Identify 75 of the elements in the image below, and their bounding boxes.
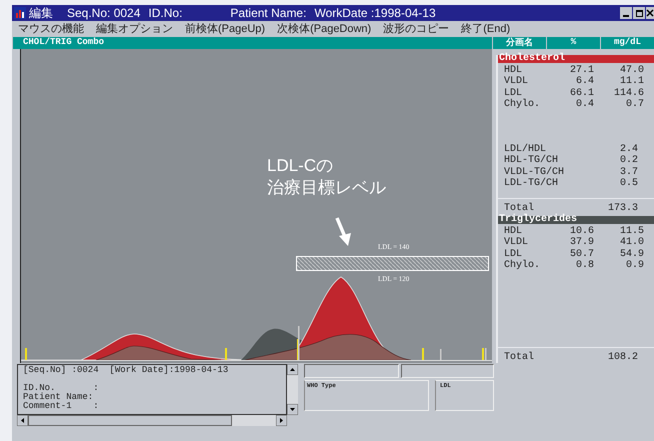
fraction-marker bbox=[422, 348, 424, 360]
percent-value: 0.4 bbox=[574, 100, 594, 110]
fraction-name: Chylo. bbox=[504, 261, 542, 272]
column-header: % bbox=[547, 37, 600, 49]
column-header: mg/dL bbox=[601, 37, 654, 49]
total-label: Total bbox=[504, 202, 536, 214]
title-field: ID.No: bbox=[148, 4, 182, 22]
mg-value: 0.5 bbox=[618, 179, 638, 190]
menu-item[interactable]: マウスの機能 bbox=[18, 20, 84, 38]
mg-value: 2.4 bbox=[618, 144, 638, 155]
percent-value: 27.1 bbox=[568, 66, 594, 76]
vertical-scrollbar[interactable] bbox=[287, 364, 298, 415]
fraction-name: HDL-TG/CH bbox=[504, 156, 560, 166]
fraction-name: VLDL bbox=[504, 77, 530, 88]
close-button[interactable] bbox=[646, 7, 654, 19]
mg-value: 0.7 bbox=[624, 100, 644, 110]
mg-value: 41.0 bbox=[618, 238, 644, 248]
percent-value: 37.9 bbox=[568, 238, 594, 248]
section-header: Cholesterol bbox=[498, 55, 654, 63]
fraction-marker bbox=[225, 348, 227, 360]
mg-value: 11.5 bbox=[618, 226, 644, 237]
info-text-box[interactable]: [Seq.No] :0024 [Work Date]:1998-04-13 ID.No. : Patient Name: Comment-1 : bbox=[17, 364, 287, 415]
mg-value: 54.9 bbox=[618, 250, 644, 260]
percent-value: 6.4 bbox=[574, 77, 594, 88]
menu-item[interactable]: 編集オプション bbox=[96, 20, 173, 38]
mg-value: 114.6 bbox=[612, 88, 644, 99]
scroll-down-icon[interactable] bbox=[287, 404, 298, 415]
title-field: Seq.No: 0024 bbox=[67, 4, 140, 22]
fraction-marker bbox=[25, 348, 27, 360]
window-title: 編集 bbox=[29, 5, 53, 22]
fraction-name: VLDL bbox=[504, 238, 530, 248]
menu-item[interactable]: 終了(End) bbox=[461, 20, 510, 38]
menu-item[interactable]: 前検体(PageUp) bbox=[185, 20, 266, 38]
mg-value: 0.9 bbox=[624, 261, 644, 272]
fraction-name: HDL bbox=[504, 226, 524, 237]
percent-value: 50.7 bbox=[568, 250, 594, 260]
scroll-up-icon[interactable] bbox=[287, 364, 298, 375]
annotation-text: LDL-Cの bbox=[267, 155, 334, 177]
title-field: WorkDate :1998-04-13 bbox=[314, 4, 436, 22]
menu-item[interactable]: 次検体(PageDown) bbox=[277, 20, 372, 38]
info-line: Comment-1 : bbox=[23, 402, 100, 411]
fraction-name: VLDL-TG/CH bbox=[504, 168, 564, 178]
total-value: 173.3 bbox=[608, 202, 638, 216]
title-field: Patient Name: bbox=[230, 4, 306, 22]
minimize-button[interactable] bbox=[620, 7, 632, 19]
info-line: Patient Name: bbox=[23, 393, 94, 402]
fraction-marker bbox=[440, 349, 442, 360]
annotation-text: 治療目標レベル bbox=[267, 177, 386, 199]
fraction-name: HDL bbox=[504, 66, 524, 76]
mg-value: 3.7 bbox=[618, 168, 638, 178]
fraction-name: LDL bbox=[504, 88, 522, 99]
scroll-right-icon[interactable] bbox=[276, 415, 287, 426]
total-value: 108.2 bbox=[608, 350, 638, 364]
fraction-name: Chylo. bbox=[504, 100, 542, 110]
app-icon bbox=[14, 7, 26, 19]
percent-value: 66.1 bbox=[568, 88, 594, 99]
arrow-icon bbox=[334, 217, 354, 247]
column-header: 分画名 bbox=[493, 37, 546, 49]
mg-value: 11.1 bbox=[618, 77, 644, 88]
menu-item[interactable]: 波形のコピー bbox=[383, 20, 450, 38]
chart-header: CHOL/TRIG Combo bbox=[13, 37, 492, 49]
fraction-name: LDL bbox=[504, 250, 522, 260]
percent-value: 0.8 bbox=[574, 261, 594, 272]
section-header: Triglycerides bbox=[498, 216, 654, 224]
percent-value: 10.6 bbox=[568, 226, 594, 237]
scroll-left-icon[interactable] bbox=[17, 415, 28, 426]
total-label: Total bbox=[504, 350, 536, 364]
maximize-button[interactable] bbox=[633, 7, 645, 19]
fraction-name: LDL-TG/CH bbox=[504, 179, 560, 190]
fraction-name: LDL/HDL bbox=[504, 144, 546, 155]
info-line: ID.No. : bbox=[23, 384, 100, 393]
info-line: [Seq.No] :0024 [Work Date]:1998-04-13 bbox=[23, 366, 230, 375]
mg-value: 0.2 bbox=[618, 156, 638, 166]
horizontal-scrollbar[interactable] bbox=[17, 415, 287, 426]
mg-value: 47.0 bbox=[618, 66, 644, 76]
